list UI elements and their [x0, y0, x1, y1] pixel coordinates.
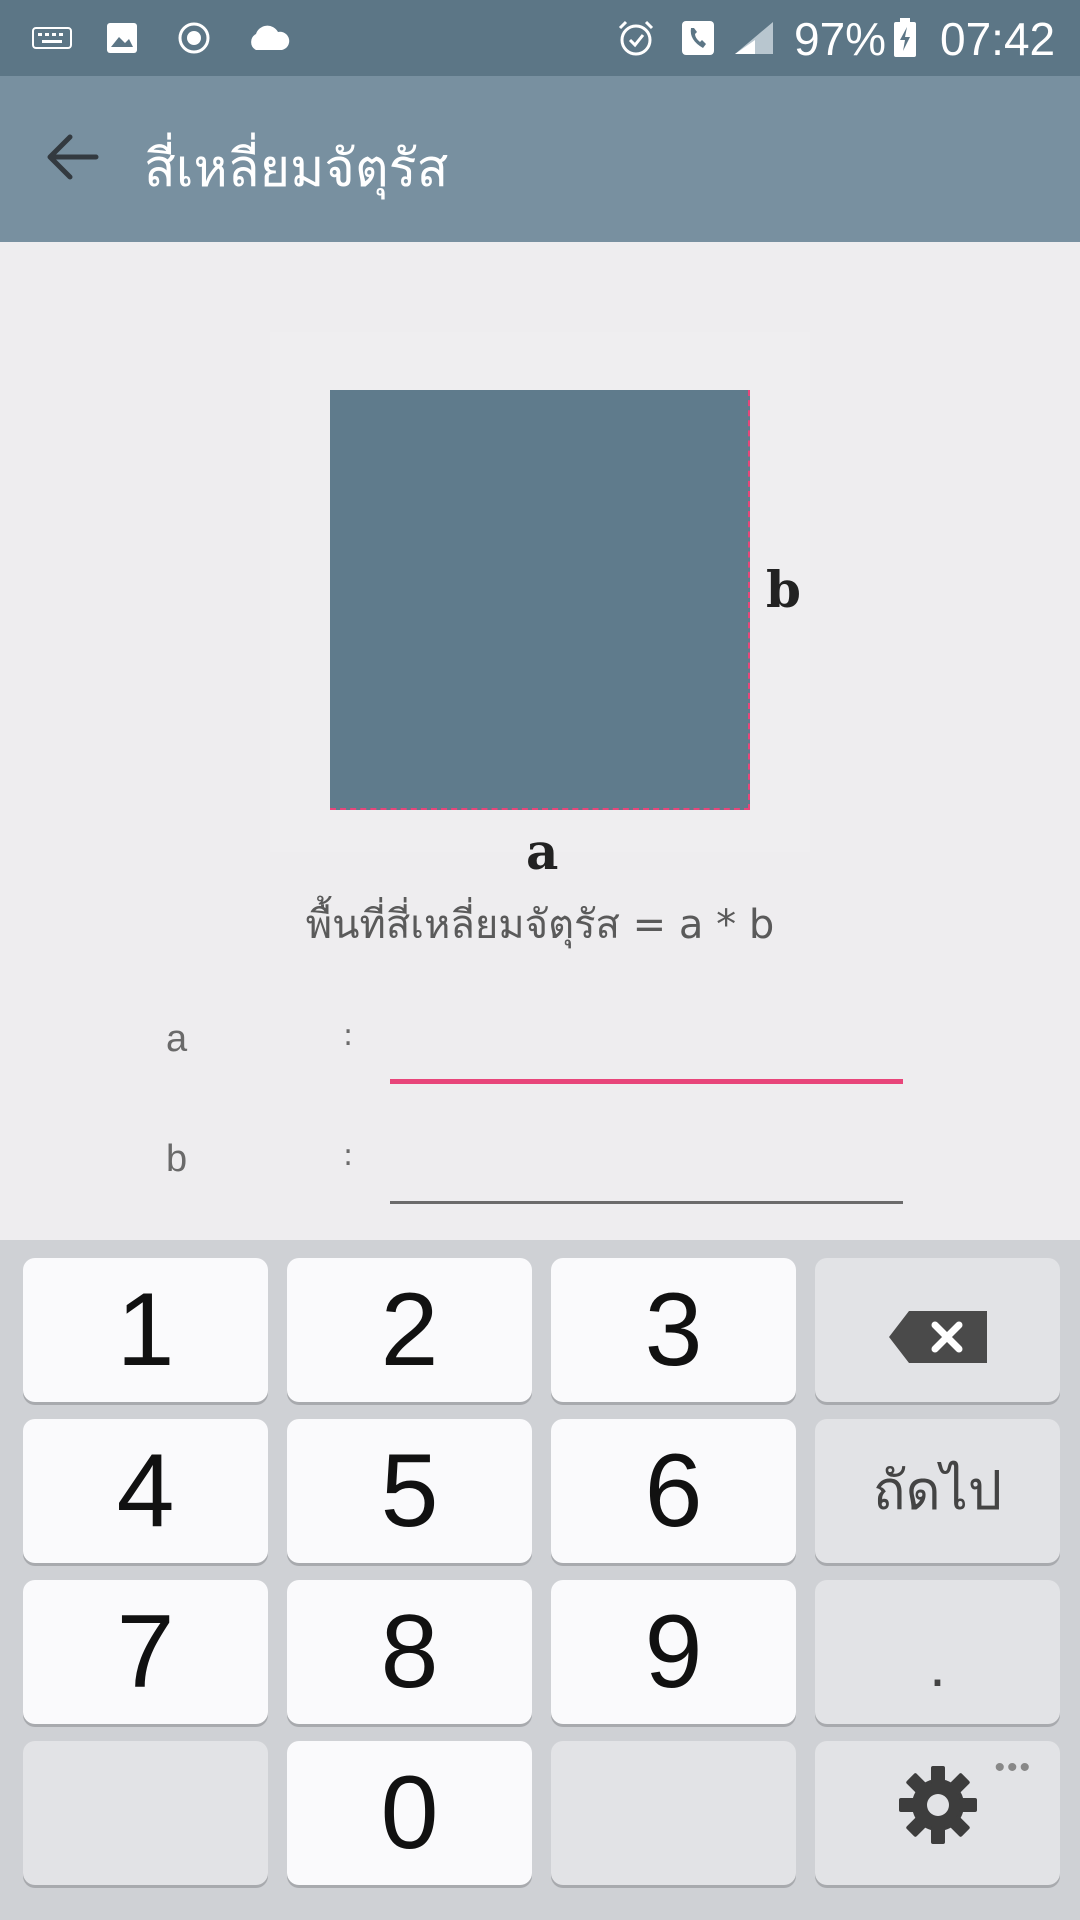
back-arrow-icon: [46, 133, 100, 185]
numeric-keyboard: 1 2 3 4 5 6 ถัดไป 7 8 9 . 0 •••: [0, 1240, 1080, 1920]
decimal-key[interactable]: .: [815, 1580, 1060, 1724]
key-label: 7: [116, 1594, 175, 1710]
key-label: 3: [644, 1272, 703, 1388]
blank-key-right: [551, 1741, 796, 1885]
field-label-a: a: [166, 1018, 188, 1060]
key-label: 9: [644, 1594, 703, 1710]
gear-icon: [895, 1754, 981, 1873]
key-9[interactable]: 9: [551, 1580, 796, 1724]
side-label-a: a: [526, 822, 559, 881]
next-key[interactable]: ถัดไป: [815, 1419, 1060, 1563]
key-5[interactable]: 5: [287, 1419, 532, 1563]
field-row-b: b :: [0, 1128, 1080, 1218]
key-6[interactable]: 6: [551, 1419, 796, 1563]
backspace-icon: [887, 1271, 989, 1390]
settings-key[interactable]: •••: [815, 1741, 1060, 1885]
field-row-a: a :: [0, 1008, 1080, 1098]
key-8[interactable]: 8: [287, 1580, 532, 1724]
key-label: 6: [644, 1433, 703, 1549]
alarm-icon: [614, 18, 658, 58]
more-options-indicator: •••: [994, 1751, 1032, 1784]
key-label: 8: [380, 1594, 439, 1710]
status-bar: 97% 07:42: [0, 0, 1080, 76]
cloud-icon: [244, 18, 292, 58]
input-a[interactable]: [390, 1022, 903, 1084]
decimal-key-label: .: [929, 1632, 946, 1699]
key-label: 4: [116, 1433, 175, 1549]
side-label-b: b: [766, 560, 801, 619]
clock: 07:42: [940, 13, 1056, 65]
backspace-key[interactable]: [815, 1258, 1060, 1402]
area-formula: พื้นที่สี่เหลี่ยมจัตุรัส = a * b: [305, 902, 775, 948]
square-diagram: b a: [270, 332, 810, 881]
key-1[interactable]: 1: [23, 1258, 268, 1402]
blank-key-left: [23, 1741, 268, 1885]
key-label: 1: [116, 1272, 175, 1388]
key-4[interactable]: 4: [23, 1419, 268, 1563]
next-key-label: ถัดไป: [872, 1459, 1003, 1522]
phone-icon: [678, 18, 718, 58]
battery-percent: 97%: [794, 13, 887, 65]
key-label: 0: [380, 1755, 439, 1871]
field-colon-b: :: [343, 1138, 354, 1173]
square-shape: [330, 390, 750, 810]
key-2[interactable]: 2: [287, 1258, 532, 1402]
key-3[interactable]: 3: [551, 1258, 796, 1402]
signal-icon: [732, 18, 776, 58]
field-label-b: b: [166, 1138, 188, 1180]
battery-charging-icon: [892, 18, 918, 58]
page-title: สี่เหลี่ยมจัตุรัส: [144, 139, 449, 199]
back-button[interactable]: [30, 116, 116, 202]
content-area: b a พื้นที่สี่เหลี่ยมจัตุรัส = a * b a :…: [0, 242, 1080, 1240]
key-label: 5: [380, 1433, 439, 1549]
field-colon-a: :: [343, 1018, 354, 1053]
key-0[interactable]: 0: [287, 1741, 532, 1885]
app-bar: สี่เหลี่ยมจัตุรัส: [0, 76, 1080, 242]
key-label: 2: [380, 1272, 439, 1388]
key-7[interactable]: 7: [23, 1580, 268, 1724]
record-icon: [174, 18, 214, 58]
image-icon: [102, 18, 142, 58]
input-b[interactable]: [390, 1142, 903, 1204]
keyboard-icon: [30, 18, 74, 58]
